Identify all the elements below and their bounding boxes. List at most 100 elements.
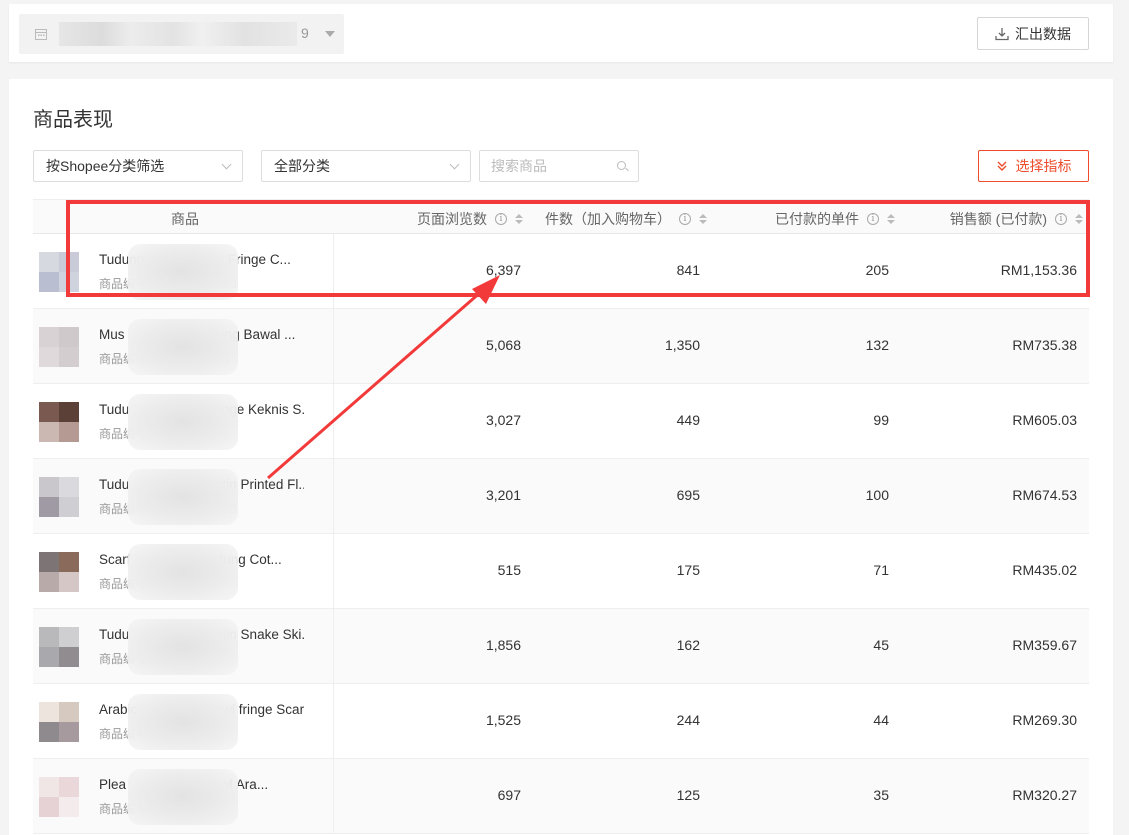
product-thumbnail[interactable] [39, 702, 79, 742]
sort-icon[interactable] [515, 214, 523, 224]
product-name-start: Mus [99, 327, 125, 342]
redaction-blur [128, 544, 238, 600]
table-row[interactable]: PleaShawl Ara... 商品编号: 10790042 697 125 … [33, 759, 1089, 834]
paid-orders-value: 44 [873, 712, 889, 728]
info-icon[interactable]: i [679, 213, 691, 225]
column-divider [333, 309, 334, 384]
product-name-start: Tudu [99, 402, 130, 417]
redaction-blur [128, 619, 238, 675]
date-toolbar: 9 汇出数据 [9, 4, 1113, 62]
page-views-value: 697 [497, 787, 521, 803]
redaction-blur [128, 319, 238, 375]
info-icon[interactable]: i [1055, 213, 1067, 225]
product-thumbnail[interactable] [39, 777, 79, 817]
header-paid-orders-label: 已付款的单件 [775, 211, 859, 227]
header-add-to-cart-label: 件数（加入购物车） [545, 211, 671, 227]
table-row[interactable]: Tudul Fringe Keknis S... 商品编号: 13 3,027 … [33, 384, 1089, 459]
table-row[interactable]: MusTudung Bawal ... 商品编号: 1671 5,068 1,3… [33, 309, 1089, 384]
header-page-views-label: 页面浏览数 [417, 211, 487, 227]
column-divider [333, 534, 334, 609]
sales-value: RM605.03 [1012, 412, 1077, 428]
shopee-category-filter-label: 按Shopee分类筛选 [46, 158, 165, 174]
header-add-to-cart[interactable]: 件数（加入购物车） i [545, 209, 707, 229]
sales-value: RM435.02 [1012, 562, 1077, 578]
redaction-blur [128, 244, 238, 300]
column-divider [333, 759, 334, 834]
page-views-value: 1,856 [485, 637, 521, 653]
chevron-down-icon [221, 159, 232, 170]
product-thumbnail[interactable] [39, 327, 79, 367]
sort-icon[interactable] [1075, 214, 1083, 224]
add-to-cart-value: 841 [676, 262, 700, 278]
redaction-blur [128, 469, 238, 525]
paid-orders-value: 100 [865, 487, 889, 503]
caret-down-icon [325, 31, 335, 37]
table-row[interactable]: Tudul Satin Snake Ski... 商品编号: 22 1,856 … [33, 609, 1089, 684]
select-metrics-label: 选择指标 [1015, 158, 1072, 174]
add-to-cart-value: 162 [676, 637, 700, 653]
product-search-input[interactable]: 搜索商品 [479, 150, 639, 182]
add-to-cart-value: 244 [676, 712, 700, 728]
product-performance-panel: 商品表现 按Shopee分类筛选 全部分类 搜索商品 选择指标 商品 页面浏览数… [9, 79, 1113, 835]
export-data-button[interactable]: 汇出数据 [977, 17, 1089, 50]
add-to-cart-value: 1,350 [664, 337, 700, 353]
sort-icon[interactable] [699, 214, 707, 224]
column-divider [333, 234, 334, 309]
category-select[interactable]: 全部分类 [261, 150, 471, 182]
search-icon [617, 161, 626, 170]
date-range-text: 9 [301, 25, 309, 41]
page-title: 商品表现 [33, 109, 113, 131]
product-thumbnail[interactable] [39, 627, 79, 667]
product-name-start: Plea [99, 777, 127, 792]
table-row[interactable]: ScarfTudung Cot... 商品编号: 1044 515 175 71… [33, 534, 1089, 609]
info-icon[interactable]: i [495, 213, 507, 225]
export-data-label: 汇出数据 [1015, 25, 1071, 42]
sales-value: RM359.67 [1012, 637, 1077, 653]
sales-value: RM674.53 [1012, 487, 1077, 503]
table-row[interactable]: Tudul Satin Printed Fl... 商品编号: 16533 3,… [33, 459, 1089, 534]
date-range-picker[interactable]: 9 [19, 14, 344, 54]
table-row[interactable]: Arabichawl fringe Scar... 商品编号: 132 1,52… [33, 684, 1089, 759]
add-to-cart-value: 175 [676, 562, 700, 578]
page-views-value: 3,201 [485, 487, 521, 503]
sales-value: RM269.30 [1012, 712, 1077, 728]
paid-orders-value: 71 [873, 562, 889, 578]
info-icon[interactable]: i [867, 213, 879, 225]
column-divider [333, 459, 334, 534]
header-page-views[interactable]: 页面浏览数 i [417, 209, 523, 229]
paid-orders-value: 35 [873, 787, 889, 803]
category-select-label: 全部分类 [274, 158, 330, 174]
column-divider [333, 384, 334, 459]
product-thumbnail[interactable] [39, 552, 79, 592]
shopee-category-filter[interactable]: 按Shopee分类筛选 [33, 150, 243, 182]
page-views-value: 6,397 [485, 262, 521, 278]
redaction-blur [128, 394, 238, 450]
header-paid-orders[interactable]: 已付款的单件 i [775, 209, 895, 229]
product-thumbnail[interactable] [39, 252, 79, 292]
product-thumbnail[interactable] [39, 402, 79, 442]
header-sales-label: 销售额 (已付款) [949, 211, 1047, 227]
page-views-value: 5,068 [485, 337, 521, 353]
paid-orders-value: 45 [873, 637, 889, 653]
paid-orders-value: 132 [865, 337, 889, 353]
chevron-down-icon [449, 159, 460, 170]
column-divider [333, 684, 334, 759]
calendar-icon [35, 29, 47, 40]
page-views-value: 3,027 [485, 412, 521, 428]
product-table: 商品 页面浏览数 i 件数（加入购物车） i 已付款的单件 i 销售额 (已付款… [33, 199, 1089, 835]
table-row[interactable]: Tudungic Fringe C... 商品编号: 10363 6,397 8… [33, 234, 1089, 309]
add-to-cart-value: 695 [676, 487, 700, 503]
sales-value: RM320.27 [1012, 787, 1077, 803]
product-name-start: Tudu [99, 477, 130, 492]
double-chevron-down-icon [997, 161, 1006, 171]
add-to-cart-value: 125 [676, 787, 700, 803]
header-sales[interactable]: 销售额 (已付款) i [950, 209, 1083, 229]
paid-orders-value: 205 [865, 262, 889, 278]
column-divider [333, 609, 334, 684]
select-metrics-button[interactable]: 选择指标 [978, 150, 1089, 182]
table-header: 商品 页面浏览数 i 件数（加入购物车） i 已付款的单件 i 销售额 (已付款… [33, 199, 1089, 234]
product-thumbnail[interactable] [39, 477, 79, 517]
page-views-value: 515 [497, 562, 521, 578]
redacted-date-range [59, 22, 297, 46]
sort-icon[interactable] [887, 214, 895, 224]
